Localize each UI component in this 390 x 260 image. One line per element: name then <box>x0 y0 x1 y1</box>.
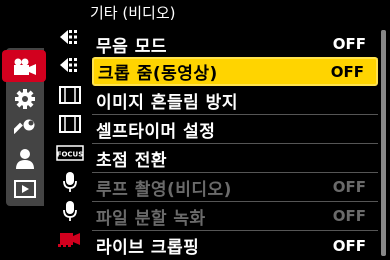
menu-item-label: 무음 모드 <box>96 36 167 57</box>
menu-item-loop-recording: 루프 촬영(비디오) OFF <box>92 173 378 202</box>
shutter-mode-icon <box>54 23 86 51</box>
menu-item-focus-transition[interactable]: 초점 전환 <box>92 144 378 173</box>
menu-item-value: OFF <box>332 236 366 255</box>
menu-item-value: OFF <box>332 35 366 53</box>
menu-item-label: 크롭 줌(동영상) <box>98 64 218 84</box>
live-crop-icon <box>54 225 86 253</box>
menu-item-value: OFF <box>332 178 366 196</box>
menu-item-label: 초점 전환 <box>96 150 167 171</box>
menu-item-silent-mode[interactable]: 무음 모드 OFF <box>92 30 378 59</box>
film-frame-icon <box>54 110 86 138</box>
menu-item-label: 루프 촬영(비디오) <box>96 179 232 200</box>
menu-item-label: 라이브 크롭핑 <box>96 238 200 258</box>
wrench-icon[interactable] <box>10 114 40 144</box>
menu-item-self-timer[interactable]: 셀프타이머 설정 <box>92 115 378 144</box>
menu-item-label: 셀프타이머 설정 <box>96 121 216 142</box>
menu-item-segmented-recording: 파일 분할 녹화 OFF <box>92 202 378 231</box>
scrollbar[interactable] <box>381 30 386 256</box>
menu-item-label: 이미지 흔들림 방지 <box>96 92 238 113</box>
microphone-icon <box>54 168 86 196</box>
scrollbar-thumb[interactable] <box>381 30 386 256</box>
gear-icon[interactable] <box>10 84 40 114</box>
menu-item-crop-zoom[interactable]: 크롭 줌(동영상) OFF <box>92 57 378 86</box>
menu-item-image-stabilizer[interactable]: 이미지 흔들림 방지 <box>92 86 378 115</box>
person-icon[interactable] <box>10 144 40 174</box>
movie-camera-icon[interactable] <box>10 52 40 82</box>
page-title: 기타 (비디오) <box>90 4 176 22</box>
focus-icon: FOCUS <box>54 139 86 167</box>
microphone-icon <box>54 197 86 225</box>
focus-icon-label: FOCUS <box>57 151 84 159</box>
menu-item-live-cropping[interactable]: 라이브 크롭핑 OFF <box>92 231 378 260</box>
menu-item-value: OFF <box>332 207 366 225</box>
shutter-mode-icon <box>54 51 86 79</box>
playback-icon[interactable] <box>10 174 40 204</box>
menu-item-label: 파일 분할 녹화 <box>96 208 206 229</box>
film-frame-icon <box>54 81 86 109</box>
menu-item-value: OFF <box>330 62 364 81</box>
